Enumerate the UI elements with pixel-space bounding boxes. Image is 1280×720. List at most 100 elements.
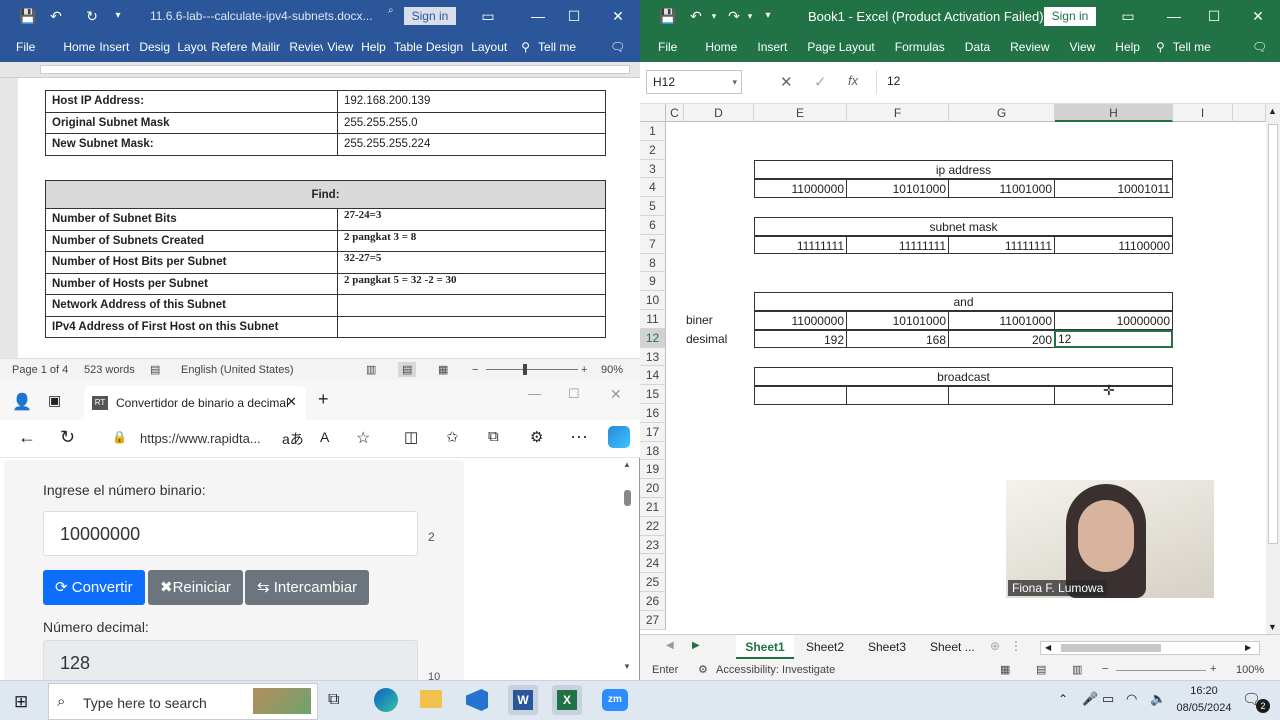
decimal-output-value[interactable]: 128 — [60, 653, 90, 674]
biner-octet-4[interactable]: 10000000 — [1054, 310, 1173, 330]
redo-icon[interactable]: ↷ — [724, 0, 744, 32]
tab-layout[interactable]: Layou — [173, 32, 207, 62]
broadcast-octet-1[interactable] — [754, 386, 847, 405]
biner-octet-2[interactable]: 10101000 — [846, 310, 949, 330]
zoom-level[interactable]: 100% — [1236, 664, 1264, 676]
tab-home[interactable]: Home — [59, 32, 95, 62]
active-cell-h12[interactable]: 12 — [1054, 329, 1173, 349]
table-cell-value[interactable]: 2 pangkat 5 = 32 -2 = 30 — [337, 272, 606, 295]
row-header[interactable]: 16 — [640, 404, 666, 423]
tab-page-layout[interactable]: Page Layout — [803, 32, 878, 62]
decimal-output[interactable]: 128 — [43, 640, 418, 682]
subnet-mask-label[interactable]: subnet mask — [754, 216, 1173, 236]
row-header[interactable]: 17 — [640, 422, 666, 442]
microphone-icon[interactable]: 🎤 — [1082, 691, 1098, 707]
customize-qat-icon[interactable]: ▾ — [762, 0, 774, 32]
row-header[interactable]: 1 — [640, 122, 666, 141]
print-layout-icon[interactable]: ▤ — [398, 362, 417, 377]
close-tab-icon[interactable]: ✕ — [286, 394, 297, 410]
normal-view-icon[interactable]: ▦ — [1000, 663, 1010, 676]
column-header-g[interactable]: G — [949, 104, 1055, 122]
horizontal-scrollbar[interactable]: ◀ ▶ — [1040, 641, 1260, 655]
edge-taskbar-icon[interactable] — [374, 688, 398, 712]
extensions-icon[interactable]: ⚙ — [530, 428, 543, 446]
wifi-icon[interactable]: ◠ — [1126, 691, 1137, 707]
mask-octet-2[interactable]: 11111111 — [846, 235, 949, 255]
row-header[interactable]: 12 — [640, 328, 666, 348]
and-label[interactable]: and — [754, 292, 1173, 311]
tab-file[interactable]: File — [654, 32, 681, 62]
name-box[interactable]: H12 ▾ — [646, 70, 742, 94]
read-aloud-icon[interactable]: aあ — [282, 429, 304, 449]
table-cell-label[interactable]: Number of Subnets Created — [45, 229, 338, 252]
row-header[interactable]: 3 — [640, 159, 666, 179]
minimize-icon[interactable]: — — [528, 0, 548, 32]
table-cell-label[interactable]: IPv4 Address of First Host on this Subne… — [45, 315, 338, 338]
table-cell-value[interactable]: 2 pangkat 3 = 8 — [337, 229, 606, 252]
chevron-down-icon[interactable]: ▾ — [732, 71, 737, 93]
sheet-tab-more[interactable]: Sheet ... — [930, 640, 975, 654]
taskbar-search[interactable]: ⌕ Type here to search — [48, 683, 318, 720]
excel-taskbar-button[interactable]: X — [552, 685, 582, 715]
more-options-icon[interactable]: ⋮ — [1010, 639, 1022, 653]
split-screen-icon[interactable]: ◫ — [404, 428, 418, 446]
column-header-e[interactable]: E — [754, 104, 847, 122]
table-cell-value[interactable] — [337, 294, 606, 317]
row-header[interactable]: 21 — [640, 498, 666, 517]
broadcast-octet-2[interactable] — [846, 386, 949, 405]
task-view-icon[interactable]: ⧉ — [328, 691, 339, 709]
zoom-app-icon[interactable]: zm — [602, 689, 628, 711]
table-cell-label[interactable]: Number of Hosts per Subnet — [45, 272, 338, 295]
undo-icon[interactable]: ↶ — [686, 0, 706, 32]
sheet-tab-sheet2[interactable]: Sheet2 — [806, 640, 844, 654]
sheet-tab-sheet3[interactable]: Sheet3 — [868, 640, 906, 654]
column-header-c[interactable]: C — [666, 104, 684, 122]
save-icon[interactable]: 💾 — [18, 0, 38, 32]
row-header[interactable]: 22 — [640, 516, 666, 536]
tab-table-layout[interactable]: Layout — [467, 32, 511, 62]
web-layout-icon[interactable]: ▦ — [438, 363, 448, 376]
binary-input[interactable]: 10000000 — [43, 511, 418, 556]
table-cell-value[interactable]: 27-24=3 — [337, 208, 606, 231]
word-count[interactable]: 523 words — [84, 364, 135, 376]
row-header[interactable]: 10 — [640, 291, 666, 310]
desimal-octet-3[interactable]: 200 — [948, 329, 1055, 349]
formula-value[interactable]: 12 — [887, 74, 900, 88]
biner-octet-1[interactable]: 11000000 — [754, 310, 847, 330]
add-sheet-icon[interactable]: ⊕ — [990, 639, 1000, 653]
row-header[interactable]: 26 — [640, 592, 666, 611]
lightbulb-icon[interactable]: ⚲ — [517, 32, 534, 62]
redo-icon[interactable]: ↻ — [82, 0, 102, 32]
undo-dropdown-icon[interactable]: ▾ — [708, 0, 720, 32]
row-header[interactable]: 18 — [640, 441, 666, 461]
back-icon[interactable]: ← — [18, 427, 36, 448]
minimize-icon[interactable]: — — [1164, 0, 1184, 32]
tell-me-search[interactable]: Tell me — [1169, 32, 1215, 62]
show-hidden-icons[interactable]: ⌃ — [1058, 692, 1068, 706]
ribbon-display-icon[interactable]: ▭ — [1118, 0, 1138, 32]
profile-icon[interactable]: 👤 — [12, 392, 32, 412]
volume-icon[interactable]: 🔈 — [1150, 691, 1166, 707]
mask-octet-4[interactable]: 11100000 — [1054, 235, 1173, 255]
ip-octet-4[interactable]: 10001011 — [1054, 179, 1173, 198]
file-explorer-icon[interactable] — [420, 690, 442, 708]
biner-label[interactable]: biner — [684, 311, 754, 330]
table-cell-label[interactable]: Original Subnet Mask — [45, 111, 338, 134]
sheet-tab-sheet1[interactable]: Sheet1 — [736, 635, 794, 659]
table-cell-label[interactable]: New Subnet Mask: — [45, 133, 338, 156]
tab-view[interactable]: View — [323, 32, 357, 62]
page-scrollbar[interactable]: ▲ ▼ — [622, 458, 634, 680]
table-cell-label[interactable]: Network Address of this Subnet — [45, 294, 338, 317]
browser-tab-active[interactable]: RT Convertidor de binario a decimal ✕ — [84, 386, 306, 420]
maximize-icon[interactable]: ☐ — [1204, 0, 1224, 32]
name-box-value[interactable]: H12 — [653, 75, 675, 89]
windows-start-icon[interactable]: ⊞ — [14, 692, 28, 712]
url-field[interactable]: https://www.rapidta... — [140, 431, 261, 446]
row-header[interactable]: 5 — [640, 197, 666, 216]
table-cell-label[interactable]: Number of Host Bits per Subnet — [45, 251, 338, 274]
tab-data[interactable]: Data — [961, 32, 994, 62]
row-header[interactable]: 13 — [640, 347, 666, 367]
swap-button[interactable]: ⇆ Intercambiar — [245, 570, 370, 605]
minimize-icon[interactable]: — — [528, 386, 541, 401]
zoom-out-icon[interactable]: − — [472, 364, 478, 376]
